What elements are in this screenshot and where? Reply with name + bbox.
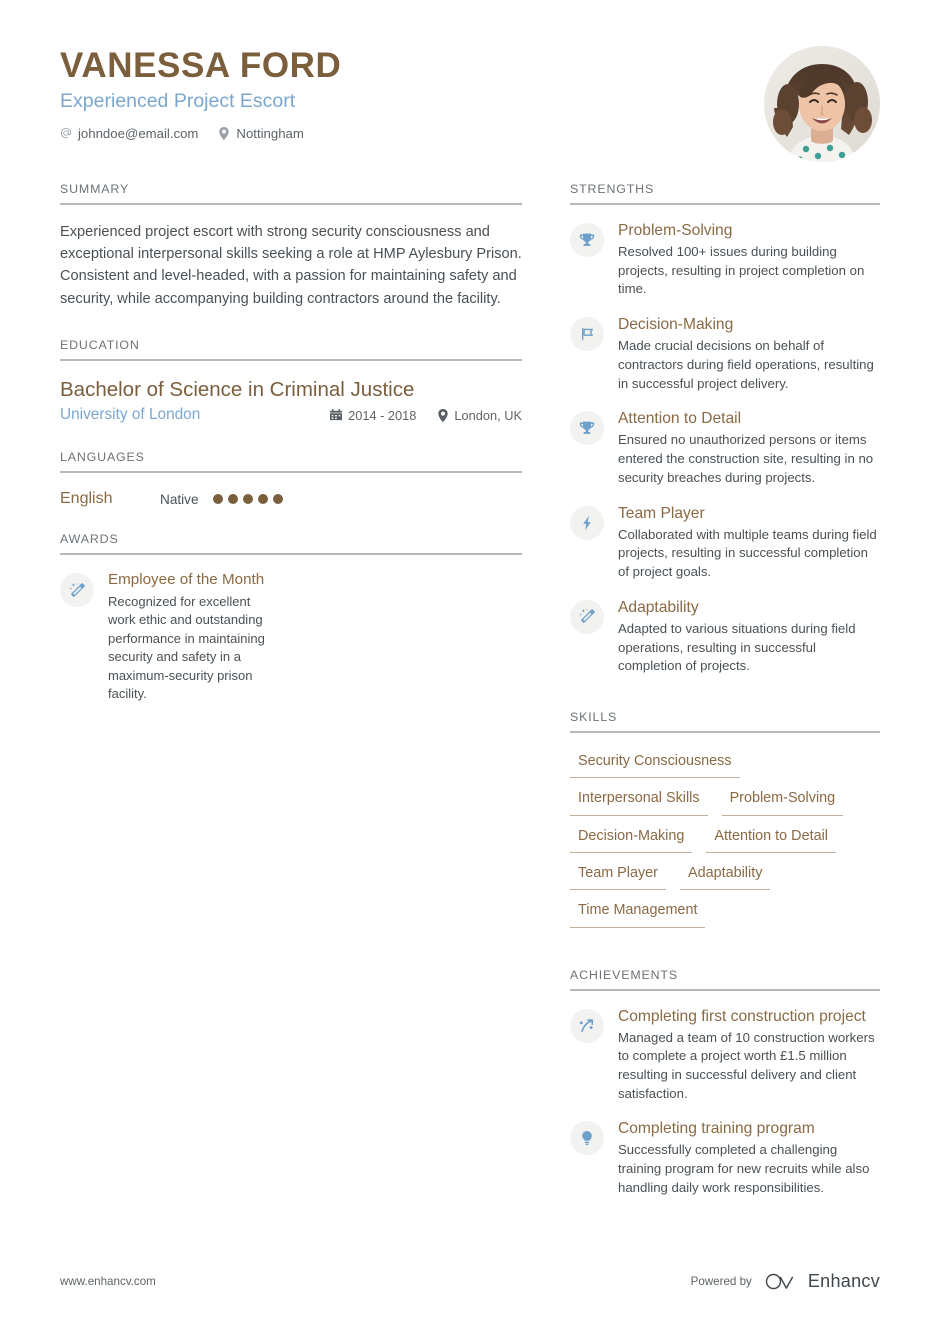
skills-list: Security Consciousness Interpersonal Ski… <box>570 747 880 928</box>
strength-item: Decision-Making Made crucial decisions o… <box>570 315 880 393</box>
section-skills: SKILLS Security Consciousness Interperso… <box>570 710 880 928</box>
enhancv-brand[interactable]: Enhancv <box>765 1271 880 1292</box>
education-location: London, UK <box>438 408 522 423</box>
section-strengths: STRENGTHS Problem-Solving Resolved 100+ … <box>570 182 880 676</box>
magic-wand-icon <box>60 573 94 608</box>
education-dates-text: 2014 - 2018 <box>348 407 417 423</box>
lightbulb-icon <box>570 1121 604 1156</box>
strength-item: Attention to Detail Ensured no unauthori… <box>570 409 880 487</box>
achievement-title: Completing training program <box>618 1120 815 1138</box>
at-sign-icon <box>60 127 72 140</box>
contact-location-text: Nottingham <box>236 125 304 141</box>
education-dates: 2014 - 2018 <box>330 408 416 423</box>
strength-item: Adaptability Adapted to various situatio… <box>570 598 880 676</box>
skill-tag[interactable]: Time Management <box>570 896 706 928</box>
strength-title: Problem-Solving <box>618 222 733 239</box>
section-title-education: EDUCATION <box>60 338 522 361</box>
proficiency-dot <box>227 494 238 505</box>
trophy-icon <box>570 223 604 257</box>
proficiency-dot <box>242 494 253 505</box>
strength-description: Collaborated with multiple teams during … <box>618 526 877 580</box>
enhancv-logo-icon <box>765 1272 799 1291</box>
magic-wand-icon <box>570 599 604 634</box>
skill-tag[interactable]: Problem-Solving <box>721 784 844 816</box>
contact-location: Nottingham <box>218 125 304 141</box>
skill-tag[interactable]: Decision-Making <box>570 822 693 853</box>
skill-tag[interactable]: Security Consciousness <box>570 747 740 779</box>
strength-item: Team Player Collaborated with multiple t… <box>570 504 880 582</box>
education-meta-row: University of London 2014 - 2018 London,… <box>60 406 522 424</box>
section-title-summary: SUMMARY <box>60 182 522 205</box>
strength-title: Attention to Detail <box>618 410 742 428</box>
resume-page: VANESSA FORD Experienced Project Escort … <box>0 0 940 1330</box>
strength-title: Team Player <box>618 504 705 522</box>
trophy-icon <box>570 411 604 446</box>
strength-description: Made crucial decisions on behalf of cont… <box>618 338 874 391</box>
resume-footer: www.enhancv.com Powered by Enhancv <box>60 1271 880 1292</box>
award-item: Employee of the Month Recognized for exc… <box>60 571 522 703</box>
proficiency-dot <box>272 494 283 505</box>
calendar-icon <box>330 409 343 421</box>
right-column: STRENGTHS Problem-Solving Resolved 100+ … <box>570 182 880 1198</box>
map-pin-icon <box>438 408 449 422</box>
contact-email-text: johndoe@email.com <box>78 125 199 141</box>
award-title: Employee of the Month <box>108 571 265 589</box>
avatar <box>764 46 880 162</box>
skill-tag[interactable]: Attention to Detail <box>706 822 836 853</box>
section-title-strengths: STRENGTHS <box>570 182 880 205</box>
section-title-achievements: ACHIEVEMENTS <box>570 968 880 991</box>
skill-tag[interactable]: Adaptability <box>679 859 771 891</box>
education-degree: Bachelor of Science in Criminal Justice <box>60 377 415 401</box>
lightning-bolt-icon <box>570 505 604 540</box>
language-row: English Native <box>60 490 522 508</box>
strength-description: Adapted to various situations during fie… <box>618 620 856 674</box>
resume-header: VANESSA FORD Experienced Project Escort … <box>60 46 880 166</box>
strength-title: Decision-Making <box>618 316 734 334</box>
section-education: EDUCATION Bachelor of Science in Crimina… <box>60 338 522 425</box>
footer-url[interactable]: www.enhancv.com <box>60 1275 156 1288</box>
strength-description: Ensured no unauthorized persons or items… <box>618 432 874 485</box>
section-achievements: ACHIEVEMENTS Completing first constructi… <box>570 968 880 1198</box>
job-title: Experienced Project Escort <box>60 90 296 113</box>
section-title-languages: LANGUAGES <box>60 450 522 474</box>
achievement-item: Completing training program Successfully… <box>570 1119 880 1197</box>
skill-tag[interactable]: Interpersonal Skills <box>570 784 708 816</box>
language-proficiency-dots <box>212 494 283 505</box>
section-title-skills: SKILLS <box>570 710 880 734</box>
strength-item: Problem-Solving Resolved 100+ issues dur… <box>570 221 880 299</box>
achievement-title: Completing first construction project <box>618 1007 866 1025</box>
education-location-text: London, UK <box>454 407 522 423</box>
section-awards: AWARDS Employee of the Month Recognized … <box>60 532 522 703</box>
section-summary: SUMMARY Experienced project escort with … <box>60 182 522 310</box>
achievement-description: Managed a team of 10 construction worker… <box>618 1029 875 1101</box>
proficiency-dot <box>257 494 268 505</box>
award-description: Recognized for excellent work ethic and … <box>108 593 265 702</box>
section-languages: LANGUAGES English Native <box>60 450 522 508</box>
contact-email[interactable]: johndoe@email.com <box>60 126 198 141</box>
flag-icon <box>570 317 604 352</box>
left-column: SUMMARY Experienced project escort with … <box>60 182 522 704</box>
profile-photo-illustration <box>764 46 880 162</box>
summary-text: Experienced project escort with strong s… <box>60 224 522 307</box>
proficiency-dot <box>212 494 223 505</box>
strength-title: Adaptability <box>618 598 699 616</box>
section-title-awards: AWARDS <box>60 532 522 556</box>
contact-row: johndoe@email.com Nottingham <box>60 126 880 141</box>
enhancv-brand-name: Enhancv <box>807 1271 880 1291</box>
trending-arrow-icon <box>570 1008 604 1043</box>
map-pin-icon <box>218 126 230 140</box>
education-school: University of London <box>60 406 201 424</box>
language-level: Native <box>160 491 199 507</box>
achievement-description: Successfully completed a challenging tra… <box>618 1142 870 1195</box>
powered-by-label: Powered by <box>690 1275 752 1288</box>
page-title: VANESSA FORD <box>60 46 342 85</box>
achievement-item: Completing first construction project Ma… <box>570 1007 880 1104</box>
language-name: English <box>60 490 113 508</box>
skill-tag[interactable]: Team Player <box>570 859 666 891</box>
strength-description: Resolved 100+ issues during building pro… <box>618 244 865 297</box>
